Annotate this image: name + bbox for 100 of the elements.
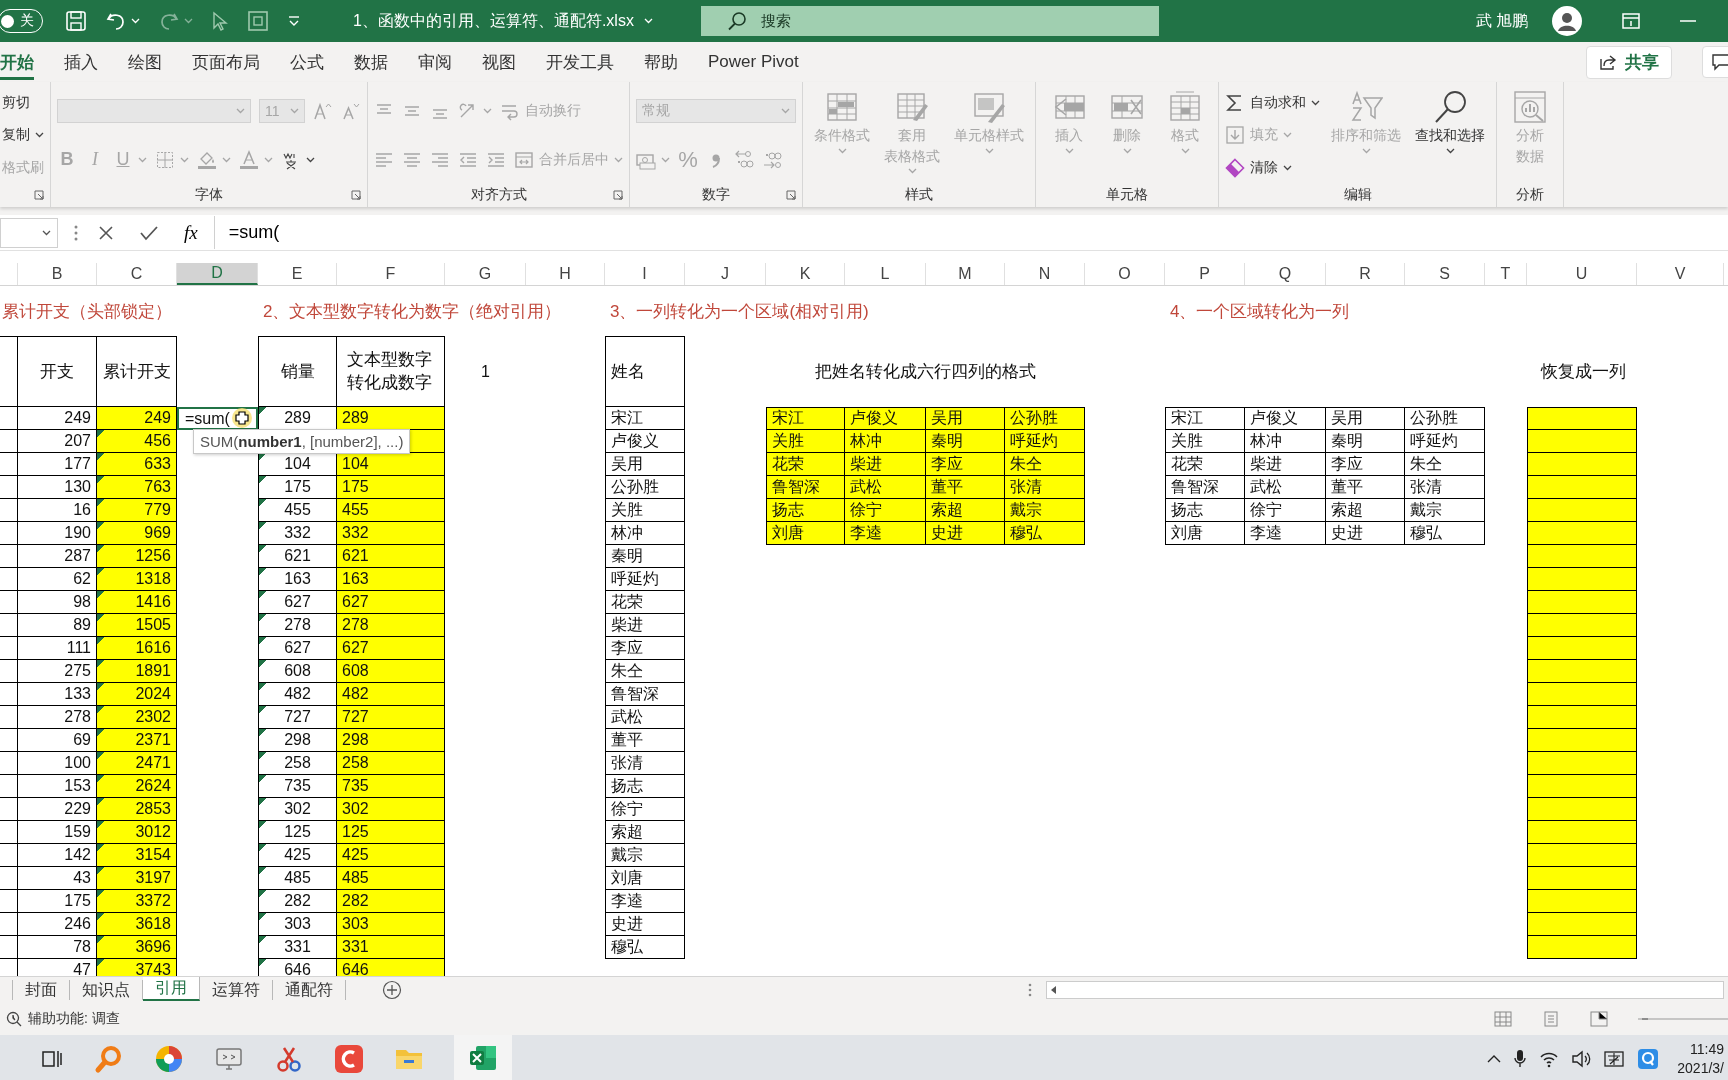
ribbon-tab[interactable]: 公式	[290, 44, 324, 80]
table-cell: 425	[337, 844, 445, 867]
column-header[interactable]: E	[258, 263, 337, 285]
column-header[interactable]: F	[337, 263, 445, 285]
microphone-icon[interactable]	[1513, 1049, 1528, 1069]
column-header[interactable]: P	[1165, 263, 1245, 285]
dialog-launcher-icon[interactable]	[351, 190, 361, 200]
table-cell: 扬志	[1165, 499, 1245, 522]
frame-icon[interactable]	[247, 10, 269, 32]
table-cell: 张清	[1405, 476, 1485, 499]
input-method-icon[interactable]	[1603, 1049, 1626, 1069]
table-cell	[0, 821, 18, 844]
clock[interactable]: 11:49 2021/3/	[1677, 1040, 1724, 1078]
column-header[interactable]: H	[526, 263, 605, 285]
ribbon-tab[interactable]: 页面布局	[192, 44, 260, 80]
ribbon-tab[interactable]: 数据	[354, 44, 388, 80]
show-hidden-icon[interactable]	[1487, 1054, 1502, 1064]
column-header[interactable]: N	[1005, 263, 1085, 285]
ribbon-button[interactable]: 自动求和	[1225, 93, 1320, 114]
table-cell: 3743	[97, 959, 177, 976]
table-cell: 秦明	[926, 430, 1005, 453]
wifi-icon[interactable]	[1539, 1050, 1560, 1068]
ribbon-tab[interactable]: Power Pivot	[708, 46, 799, 78]
sheet-tab[interactable]: 运算符	[200, 980, 273, 1000]
column-header[interactable]: K	[766, 263, 845, 285]
accessibility-status[interactable]: 辅助功能: 调查	[28, 1010, 120, 1028]
column-header[interactable]: U	[1527, 263, 1637, 285]
search-field[interactable]: 搜索	[700, 6, 1159, 36]
horizontal-scrollbar[interactable]	[1046, 981, 1724, 999]
speaker-icon[interactable]	[1571, 1050, 1592, 1068]
table-cell: 呼延灼	[605, 568, 685, 591]
table-cell: 278	[258, 614, 337, 637]
arc-app-icon[interactable]	[334, 1044, 364, 1074]
pointer-icon[interactable]	[211, 11, 229, 31]
dialog-launcher-icon[interactable]	[786, 190, 796, 200]
merge-cells-icon	[514, 149, 534, 170]
sheet-tab[interactable]: 引用	[143, 976, 200, 1001]
normal-view-icon[interactable]	[1494, 1011, 1512, 1027]
ribbon-tab[interactable]: 绘图	[128, 44, 162, 80]
ribbon-tab[interactable]: 视图	[482, 44, 516, 80]
insert-function-button[interactable]: fx	[184, 221, 198, 244]
dialog-launcher-icon[interactable]	[34, 190, 44, 200]
sheet-tab[interactable]: 通配符	[273, 980, 346, 1000]
column-header[interactable]: I	[605, 263, 685, 285]
page-break-icon[interactable]	[1590, 1011, 1608, 1027]
table-cell: 穆弘	[1405, 522, 1485, 545]
page-layout-icon[interactable]	[1542, 1011, 1560, 1027]
formula-field[interactable]: =sum(	[213, 216, 1728, 249]
ribbon-display-icon[interactable]	[1622, 13, 1640, 29]
table-cell: 1416	[97, 591, 177, 614]
table-cell: 扬志	[605, 775, 685, 798]
group-label: 对齐方式	[470, 186, 527, 204]
table-cell: 627	[337, 637, 445, 660]
ribbon-tab[interactable]: 插入	[64, 44, 98, 80]
column-header[interactable]: D	[177, 263, 258, 285]
table-cell: 卢俊义	[845, 407, 926, 430]
browser-icon[interactable]	[154, 1044, 184, 1074]
column-header[interactable]: G	[445, 263, 526, 285]
table-cell	[0, 407, 18, 430]
table-cell: 刘唐	[605, 867, 685, 890]
column-header[interactable]: B	[18, 263, 97, 285]
column-header[interactable]: M	[926, 263, 1005, 285]
column-header[interactable]: S	[1405, 263, 1485, 285]
ribbon-button[interactable]: 复制	[2, 126, 44, 145]
table-cell: 2624	[97, 775, 177, 798]
group-label: 样式	[905, 186, 933, 204]
save-icon[interactable]	[65, 10, 87, 32]
q-app-icon[interactable]	[1637, 1048, 1660, 1070]
ribbon-button[interactable]: 剪切	[2, 94, 30, 113]
sheet-tab[interactable]: 封面	[13, 980, 70, 1000]
table-cell: 455	[337, 499, 445, 522]
ribbon-tab[interactable]: 帮助	[644, 44, 678, 80]
customize-icon[interactable]	[287, 15, 301, 27]
ribbon-button[interactable]: 查找和选择	[1410, 88, 1490, 183]
add-sheet-icon[interactable]	[382, 980, 402, 1000]
ribbon-button[interactable]: 清除	[1225, 157, 1292, 178]
share-button[interactable]: 共享	[1586, 45, 1672, 79]
ribbon-tab[interactable]: 开始	[0, 44, 34, 80]
ribbon-tab[interactable]: 审阅	[418, 44, 452, 80]
table-cell: 林冲	[845, 430, 926, 453]
table-cell: 104	[337, 453, 445, 476]
column-header[interactable]: L	[845, 263, 926, 285]
active-cell[interactable]: =sum(	[177, 407, 258, 430]
column-header[interactable]: T	[1485, 263, 1527, 285]
cancel-icon[interactable]	[98, 224, 114, 241]
avatar-icon[interactable]	[1552, 6, 1582, 36]
enter-icon[interactable]	[140, 224, 158, 241]
caret-icon[interactable]	[306, 156, 315, 163]
table-cell: 302	[337, 798, 445, 821]
ribbon-tab[interactable]: 开发工具	[546, 44, 614, 80]
comment-icon	[1711, 53, 1728, 71]
name-box[interactable]	[0, 217, 58, 248]
column-header[interactable]: J	[685, 263, 766, 285]
dialog-launcher-icon[interactable]	[613, 190, 623, 200]
magnifier-app-icon[interactable]	[94, 1044, 124, 1074]
column-header[interactable]: V	[1637, 263, 1724, 285]
column-header[interactable]: Q	[1245, 263, 1326, 285]
search-icon	[1433, 90, 1467, 124]
column-header[interactable]: R	[1326, 263, 1405, 285]
column-header[interactable]: O	[1085, 263, 1165, 285]
